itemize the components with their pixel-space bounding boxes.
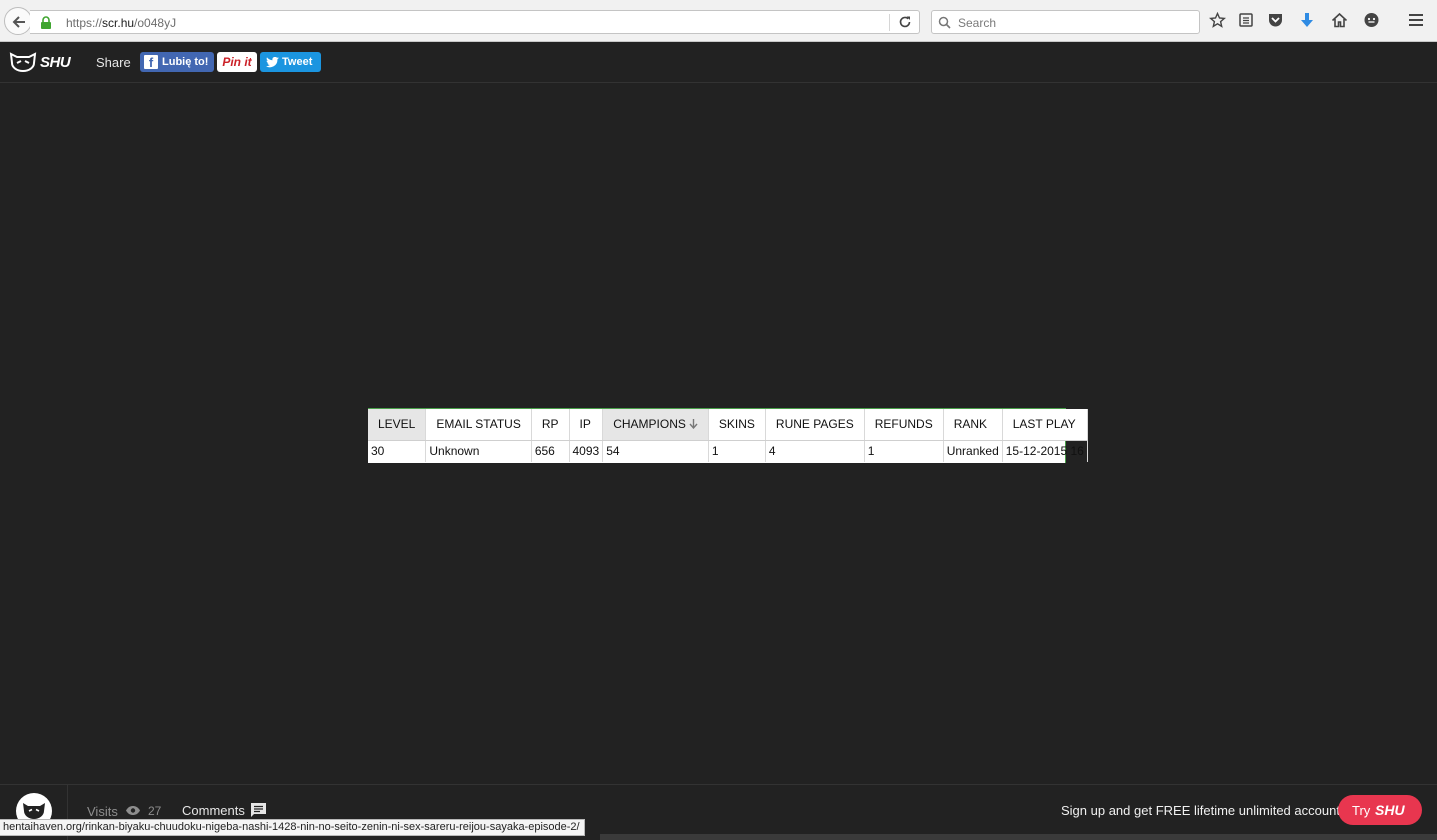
menu-icon[interactable] — [1408, 12, 1424, 28]
signup-promo-text: Sign up and get FREE lifetime unlimited … — [1061, 803, 1340, 818]
try-label: Try — [1352, 803, 1371, 818]
reload-icon[interactable] — [898, 15, 912, 29]
shu-logo[interactable]: SHU — [40, 54, 71, 71]
try-brand: SHU — [1375, 802, 1405, 818]
pocket-icon[interactable] — [1267, 12, 1284, 28]
column-header-email-status[interactable]: EMAIL STATUS — [425, 409, 532, 441]
comments-link[interactable]: Comments — [182, 803, 245, 818]
facebook-like-button[interactable]: f Lubię to! — [140, 52, 214, 72]
cell-rp: 656 — [531, 440, 570, 462]
column-header-rune-pages[interactable]: RUNE PAGES — [765, 409, 865, 441]
back-button[interactable] — [4, 7, 32, 35]
pinterest-button[interactable]: Pin it — [217, 52, 257, 72]
hello-chat-icon[interactable] — [1363, 12, 1380, 28]
column-header-skins[interactable]: SKINS — [708, 409, 766, 441]
bookmark-star-icon[interactable] — [1209, 12, 1226, 29]
column-header-level[interactable]: LEVEL — [368, 409, 427, 441]
column-header-rp[interactable]: RP — [531, 409, 570, 441]
cell-level: 30 — [368, 440, 427, 462]
cell-rune-pages: 4 — [765, 440, 865, 462]
visits-count: 27 — [148, 804, 162, 818]
cell-ip: 4093 — [569, 440, 604, 462]
url-divider — [889, 14, 890, 31]
url-bar[interactable]: https://scr.hu/o048yJ — [30, 10, 920, 34]
status-bar-link-preview: hentaihaven.org/rinkan-biyaku-chuudoku-n… — [0, 819, 585, 836]
cell-skins: 1 — [708, 440, 766, 462]
column-header-champions-label: CHAMPIONS — [613, 417, 686, 432]
table-header-row: LEVEL EMAIL STATUS RP IP CHAMPIONS SKINS… — [368, 409, 1088, 441]
cell-email-status: Unknown — [425, 440, 532, 462]
cell-rank: Unranked — [943, 440, 1003, 462]
sort-descending-icon — [689, 419, 698, 430]
shu-logo-icon[interactable] — [9, 51, 37, 73]
search-placeholder: Search — [958, 16, 997, 30]
download-icon[interactable] — [1299, 12, 1315, 29]
reading-list-icon[interactable] — [1238, 12, 1254, 28]
eye-icon — [126, 806, 140, 815]
search-icon — [938, 16, 951, 29]
share-label: Share — [96, 55, 131, 70]
lock-icon — [41, 16, 51, 29]
account-table: LEVEL EMAIL STATUS RP IP CHAMPIONS SKINS… — [368, 408, 1088, 463]
facebook-label: Lubię to! — [162, 56, 209, 68]
url-text: https://scr.hu/o048yJ — [66, 16, 177, 30]
visits-label: Visits — [87, 804, 118, 819]
cell-last-play: 15-12-2015 16 — [1002, 440, 1088, 462]
twitter-bird-icon — [266, 57, 279, 68]
background-strip — [600, 834, 1437, 840]
cell-refunds: 1 — [864, 440, 944, 462]
tweet-button[interactable]: Tweet — [260, 52, 321, 72]
column-header-refunds[interactable]: REFUNDS — [864, 409, 944, 441]
back-arrow-icon — [12, 16, 25, 28]
search-input[interactable]: Search — [931, 10, 1200, 34]
home-icon[interactable] — [1331, 12, 1348, 28]
table-row: 30 Unknown 656 4093 54 1 4 1 Unranked 15… — [368, 440, 1088, 462]
column-header-ip[interactable]: IP — [569, 409, 604, 441]
column-header-champions[interactable]: CHAMPIONS — [602, 409, 709, 441]
column-header-rank[interactable]: RANK — [943, 409, 1003, 441]
column-header-last-play[interactable]: LAST PLAY — [1002, 409, 1088, 441]
facebook-icon: f — [144, 55, 158, 70]
comment-icon[interactable] — [250, 802, 267, 819]
tweet-label: Tweet — [282, 56, 313, 68]
cell-champions: 54 — [602, 440, 709, 462]
site-header: SHU Share f Lubię to! Pin it Tweet — [0, 42, 1437, 83]
try-shu-button[interactable]: Try SHU — [1338, 795, 1422, 825]
shu-mascot-icon — [23, 803, 45, 819]
browser-toolbar: https://scr.hu/o048yJ Search — [0, 0, 1437, 42]
